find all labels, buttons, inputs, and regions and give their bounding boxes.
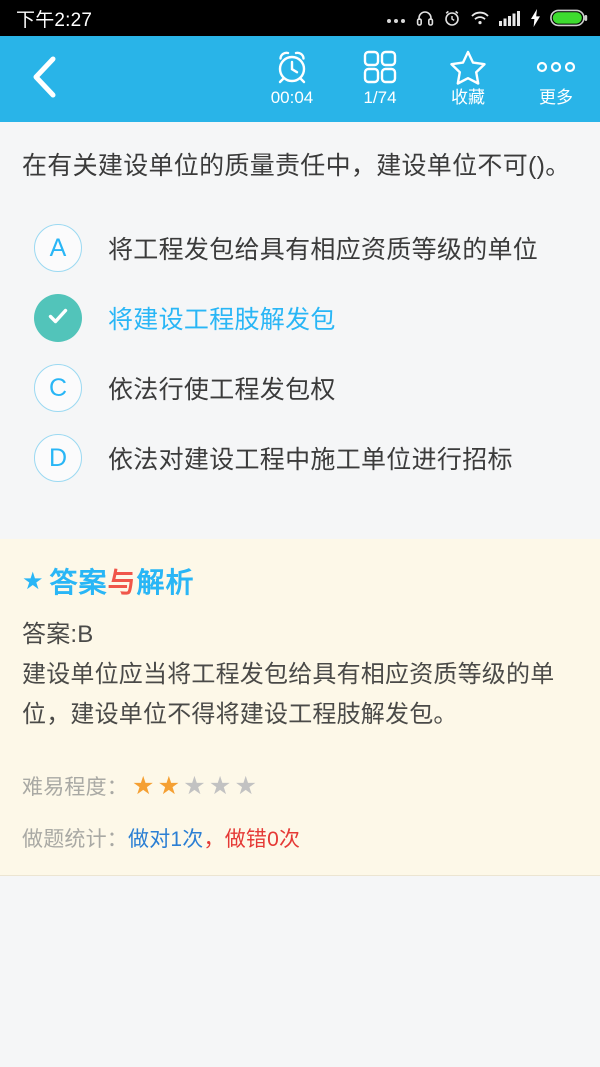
difficulty-label: 难易程度： — [22, 776, 128, 799]
option-row-c[interactable]: C 依法行使工程发包权 — [22, 353, 578, 423]
statistics-correct: 做对1次 — [128, 828, 204, 851]
status-bar-clock: 下午2:27 — [16, 9, 93, 31]
option-marker-d[interactable]: D — [34, 434, 82, 482]
question-progress-label: 1/74 — [363, 88, 397, 107]
alarm-clock-icon — [273, 47, 311, 87]
status-bar-icons — [385, 9, 588, 27]
favorite-button[interactable]: 收藏 — [424, 36, 512, 122]
battery-icon — [550, 9, 588, 27]
statistics-label: 做题统计： — [22, 828, 128, 851]
option-row-a[interactable]: A 将工程发包给具有相应资质等级的单位 — [22, 213, 578, 283]
option-row-b[interactable]: 将建设工程肢解发包 — [22, 283, 578, 353]
option-text-d: 依法对建设工程中施工单位进行招标 — [108, 446, 513, 474]
toolbar-actions: 00:04 1/74 收藏 更多 — [248, 36, 600, 122]
more-dots-icon — [536, 47, 576, 87]
app-root: 下午2:27 00:04 1/74 收藏 更多 在有关建设单位的质量责任中，建设… — [0, 0, 600, 1067]
more-button[interactable]: 更多 — [512, 36, 600, 122]
timer-button[interactable]: 00:04 — [248, 36, 336, 122]
grid-icon — [362, 47, 398, 87]
star-2: ★ — [157, 771, 181, 800]
back-button[interactable] — [0, 36, 88, 122]
star-1: ★ — [132, 771, 155, 800]
answer-analysis-section: ★ 答案 与 解析 答案:B 建设单位应当将工程发包给具有相应资质等级的单位，建… — [0, 539, 600, 876]
timer-label: 00:04 — [270, 88, 314, 107]
star-3: ★ — [183, 771, 206, 800]
option-list: A 将工程发包给具有相应资质等级的单位 将建设工程肢解发包 C 依法行使工程发包… — [22, 213, 578, 493]
app-toolbar: 00:04 1/74 收藏 更多 — [0, 36, 600, 122]
question-area: 在有关建设单位的质量责任中，建设单位不可()。 A 将工程发包给具有相应资质等级… — [0, 122, 600, 539]
status-bar: 下午2:27 — [0, 0, 600, 36]
more-dots-icon — [385, 11, 407, 25]
star-outline-icon — [449, 47, 487, 87]
option-row-d[interactable]: D 依法对建设工程中施工单位进行招标 — [22, 423, 578, 493]
statistics-wrong: 做错0次 — [224, 828, 301, 851]
content-bottom-filler — [0, 876, 600, 1067]
option-marker-a[interactable]: A — [34, 224, 82, 272]
headphone-icon — [416, 9, 434, 27]
option-text-a: 将工程发包给具有相应资质等级的单位 — [108, 236, 539, 264]
question-grid-button[interactable]: 1/74 — [336, 36, 424, 122]
question-stem: 在有关建设单位的质量责任中，建设单位不可()。 — [22, 152, 571, 180]
title-star-icon: ★ — [22, 567, 45, 595]
explanation-text: 建设单位应当将工程发包给具有相应资质等级的单位，建设单位不得将建设工程肢解发包。 — [22, 661, 555, 728]
difficulty-row: 难易程度： ★ ★ ★ ★ ★ — [22, 771, 578, 801]
answer-body: 答案:B 建设单位应当将工程发包给具有相应资质等级的单位，建设单位不得将建设工程… — [22, 615, 578, 735]
star-4: ★ — [208, 771, 232, 800]
charging-bolt-icon — [530, 9, 541, 27]
answer-section-title: ★ 答案 与 解析 — [22, 561, 578, 601]
answer-title-part1: 答案 — [49, 566, 108, 599]
correct-answer-line: 答案:B — [22, 621, 94, 648]
wifi-icon — [470, 10, 490, 26]
back-chevron-icon — [27, 54, 61, 105]
statistics-row: 做题统计： 做对1次 ， 做错0次 — [22, 823, 578, 853]
question-bottom-spacer — [22, 493, 578, 539]
option-marker-b[interactable] — [34, 294, 82, 342]
option-text-b: 将建设工程肢解发包 — [108, 306, 336, 334]
difficulty-stars: ★ ★ ★ ★ ★ — [132, 771, 258, 800]
favorite-label: 收藏 — [451, 88, 485, 107]
option-text-c: 依法行使工程发包权 — [108, 376, 336, 404]
answer-title-part2: 与 — [107, 566, 137, 599]
signal-icon — [499, 10, 521, 26]
statistics-separator: ， — [203, 828, 225, 851]
answer-title-part3: 解析 — [136, 566, 195, 599]
more-label: 更多 — [539, 88, 573, 107]
alarm-icon — [443, 9, 461, 27]
check-icon — [44, 302, 72, 335]
option-marker-c[interactable]: C — [34, 364, 82, 412]
star-5: ★ — [234, 771, 258, 800]
